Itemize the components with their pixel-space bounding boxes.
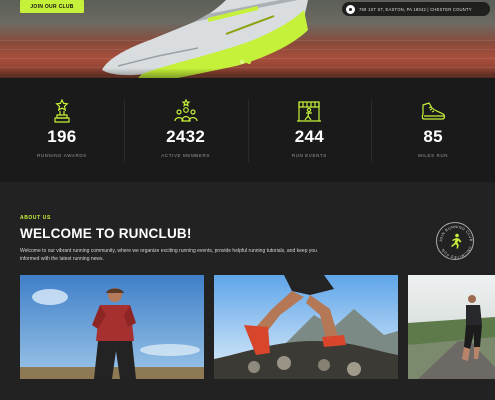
- photo-gallery: [20, 275, 495, 379]
- about-description: Welcome to our vibrant running community…: [20, 248, 317, 262]
- address-bar: 769 1ST ST, EASTON, PA 18042 | CHESTER C…: [342, 2, 490, 16]
- stat-label: MILES RUN: [418, 153, 449, 158]
- stat-value: 196: [47, 127, 77, 146]
- finish-line-icon: [297, 101, 322, 122]
- slider-dot[interactable]: [240, 60, 244, 64]
- slider-dot-active[interactable]: [247, 60, 251, 64]
- stat-label: RUNNING AWARDS: [36, 153, 87, 158]
- location-pin-icon: [346, 4, 355, 14]
- address-text: 769 1ST ST, EASTON, PA 18042 | CHESTER C…: [359, 6, 472, 12]
- trophy-icon: [54, 99, 70, 123]
- svg-text:JOIN RUNNING CLUB · UNLIMITED: JOIN RUNNING CLUB · UNLIMITED FUN: [439, 225, 473, 259]
- gallery-photo-road-runner[interactable]: [408, 275, 495, 379]
- section-title: WELCOME TO RUNCLUB!: [20, 226, 192, 241]
- club-badge[interactable]: JOIN RUNNING CLUB · UNLIMITED FUN: [436, 222, 474, 260]
- join-club-button[interactable]: JOIN OUR CLUB: [20, 0, 84, 13]
- stat-label: RUN EVENTS: [291, 153, 327, 158]
- stat-value: 244: [294, 127, 324, 146]
- hero-slider-dots: [240, 60, 251, 64]
- stat-running-awards: 196 RUNNING AWARDS: [0, 78, 124, 182]
- badge-ring: JOIN RUNNING CLUB · UNLIMITED FUN: [439, 225, 473, 259]
- stat-active-members: 2432 ACTIVE MEMBERS: [123, 78, 248, 182]
- gallery-photo-runner-jacket[interactable]: [20, 275, 204, 379]
- section-tag: ABOUT US: [20, 215, 51, 221]
- badge-text: JOIN RUNNING CLUB · UNLIMITED FUN: [439, 225, 473, 259]
- stats-bar: 196 RUNNING AWARDS 2432 ACTIVE MEMBERS 2…: [0, 78, 495, 182]
- hero-banner: JOIN OUR CLUB 769 1ST ST, EASTON, PA 180…: [0, 0, 495, 78]
- stat-run-events: 244 RUN EVENTS: [247, 78, 372, 182]
- stat-value: 85: [423, 127, 443, 146]
- team-icon: [174, 99, 198, 122]
- stat-value: 2432: [166, 127, 206, 146]
- stat-miles-run: 85 MILES RUN: [371, 78, 495, 182]
- gallery-photo-trail-runner[interactable]: [214, 275, 398, 379]
- about-section: ABOUT US WELCOME TO RUNCLUB! Welcome to …: [0, 182, 495, 400]
- running-shoe-image: [102, 0, 308, 78]
- stat-label: ACTIVE MEMBERS: [161, 153, 210, 158]
- shoe-icon: [421, 102, 446, 120]
